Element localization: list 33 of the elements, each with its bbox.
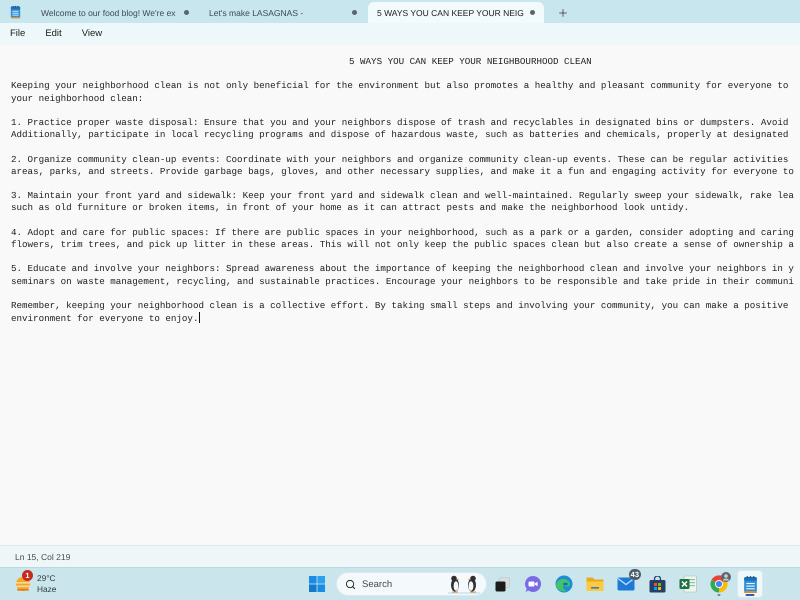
task-view-icon xyxy=(494,576,510,592)
paragraph: Keeping your neighborhood clean is not only beneficial for the environment but also promotes a healthy and pleasant community for everyone to your neighborhood clean: xyxy=(11,80,788,105)
menu-item[interactable]: Edit xyxy=(35,25,72,43)
document-title: 5 WAYS YOU CAN KEEP YOUR NEIGHBOURHOOD CLEAN xyxy=(348,56,592,68)
paragraph: 1. Practice proper waste disposal: Ensure that you and your neighbors dispose of trash and recyclables in designated bins or dumpsters. Avoid Additionally, participate in local recycling programs and dispose of hazardous waste, such as batteries and chemicals, properly at designated xyxy=(11,116,788,142)
search-icon xyxy=(345,578,356,590)
document-tab[interactable]: Welcome to our food blog! We're ex xyxy=(32,2,198,23)
folder-icon xyxy=(586,576,604,592)
notepad-button[interactable] xyxy=(737,570,763,598)
paragraph: 4. Adopt and care for public spaces: If there are public spaces in your neighborhood, such as a park or a garden, consider adopting and caring flowers, trim trees, and pick up litter in these areas. This will not only keep the public spaces clean but also create a sense of ownership a xyxy=(11,226,794,252)
plus-icon xyxy=(556,6,569,18)
penguins-drawing xyxy=(446,574,482,594)
shopping-bag-icon xyxy=(648,576,666,592)
chat-icon xyxy=(524,575,542,593)
document-tab[interactable]: Let's make LASAGNAS - xyxy=(200,2,366,23)
document-tab[interactable]: 5 WAYS YOU CAN KEEP YOUR NEIG xyxy=(368,2,544,23)
paragraph: 2. Organize community clean-up events: Coordinate with your neighbors and organize community clean-up events. These can be regular activities areas, parks, and streets. Provide garbage bags, gloves, and other necessary supplies, and make it a fun and engaging activity for everyone to xyxy=(11,154,794,178)
weather-condition-text: Haze xyxy=(37,584,56,595)
paragraph: 3. Maintain your front yard and sidewalk: Keep your front yard and sidewalk clean and well-maintained. Regularly sweep your sidewalk, rake lea such as old furniture or broken items, in front of your home as it can attract pests and make the neighborhood look untidy. xyxy=(11,190,794,215)
menu-item[interactable]: View xyxy=(72,25,112,43)
spreadsheet-icon xyxy=(679,575,697,593)
paragraph: 5. Educate and involve your neighbors: Spread awareness about the importance of keeping the neighborhood clean and involve your neighbors in y seminars on waste management, recycling, and sustainable practices. Encourage your neighbors to be responsible and take pride in their communi xyxy=(11,263,794,288)
menu-item[interactable]: File xyxy=(0,25,36,43)
paragraph: Remember, keeping your neighborhood clean is a collective effort. By taking small steps and involving your community, you can make a positive environment for everyone to enjoy. xyxy=(11,300,788,326)
profile-avatar-icon xyxy=(721,572,731,582)
notepad-icon xyxy=(742,574,758,594)
search-box[interactable]: Search xyxy=(336,572,487,596)
temperature-text: 29°C xyxy=(37,573,56,584)
notepad-app-icon xyxy=(10,4,21,18)
envelope-icon xyxy=(617,577,635,591)
browser-swirl-icon xyxy=(555,575,573,593)
windows-logo-icon xyxy=(309,576,325,592)
cursor-position: Ln 15, Col 219 xyxy=(15,552,70,562)
